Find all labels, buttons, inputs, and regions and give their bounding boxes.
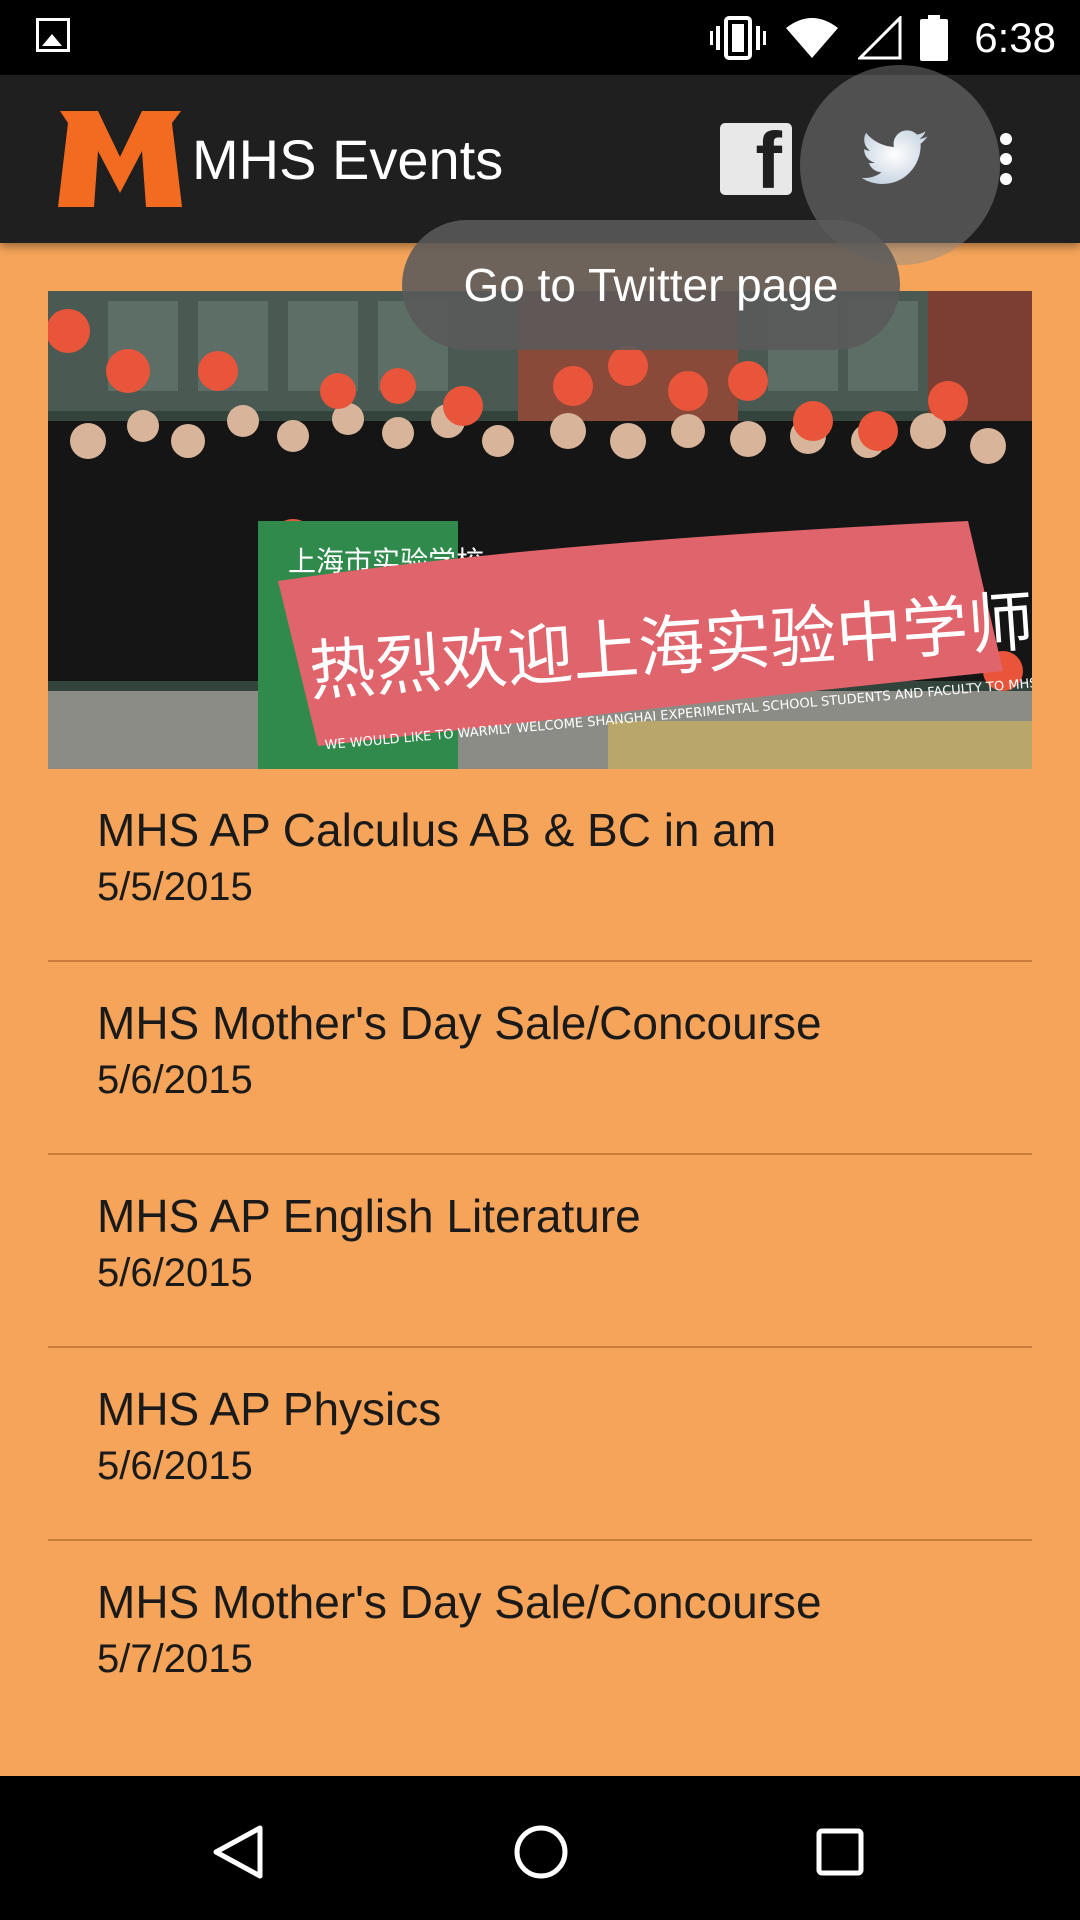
image-notification-icon — [36, 18, 70, 52]
status-icons: 6:38 — [710, 0, 1056, 75]
event-date: 5/6/2015 — [97, 1058, 253, 1102]
list-item[interactable]: MHS AP Physics 5/6/2015 — [48, 1348, 1032, 1541]
home-icon[interactable] — [513, 1824, 569, 1880]
overflow-menu-icon — [1000, 133, 1012, 145]
status-bar: 6:38 — [0, 0, 1080, 75]
twitter-icon[interactable] — [862, 117, 940, 195]
event-list: MHS AP Calculus AB & BC in am 5/5/2015 M… — [48, 769, 1032, 1734]
banner-photo[interactable]: 上海市实验学校 热烈欢迎上海实验中学师生 WE WOULD LIKE TO WA… — [48, 291, 1032, 769]
event-title: MHS AP Calculus AB & BC in am — [97, 804, 777, 856]
event-title: MHS AP Physics — [97, 1383, 442, 1435]
cell-signal-icon — [858, 15, 902, 59]
facebook-button[interactable]: f — [720, 121, 792, 201]
overflow-menu-button[interactable] — [995, 133, 1017, 189]
event-title: MHS Mother's Day Sale/Concourse — [97, 997, 822, 1049]
twitter-tooltip: Go to Twitter page — [402, 220, 900, 350]
list-item[interactable]: MHS Mother's Day Sale/Concourse 5/7/2015 — [48, 1541, 1032, 1734]
clock: 6:38 — [974, 13, 1056, 61]
system-nav-bar — [0, 1776, 1080, 1920]
wifi-icon — [786, 17, 839, 58]
app-bar: MHS Events f — [0, 65, 1080, 265]
vibrate-icon — [710, 15, 767, 60]
event-date: 5/7/2015 — [97, 1637, 253, 1681]
event-title: MHS AP English Literature — [97, 1190, 641, 1242]
banner-photo-art: 上海市实验学校 热烈欢迎上海实验中学师生 WE WOULD LIKE TO WA… — [48, 291, 1032, 769]
event-date: 5/6/2015 — [97, 1444, 253, 1488]
battery-icon — [920, 14, 949, 61]
list-item[interactable]: MHS AP Calculus AB & BC in am 5/5/2015 — [48, 769, 1032, 962]
back-icon[interactable] — [210, 1824, 266, 1880]
recents-icon[interactable] — [816, 1828, 864, 1876]
mhs-logo — [58, 111, 182, 207]
facebook-icon: f — [755, 116, 782, 205]
event-date: 5/6/2015 — [97, 1251, 253, 1295]
event-date: 5/5/2015 — [97, 865, 253, 909]
event-title: MHS Mother's Day Sale/Concourse — [97, 1576, 822, 1628]
app-title: MHS Events — [192, 128, 504, 191]
list-item[interactable]: MHS AP English Literature 5/6/2015 — [48, 1155, 1032, 1348]
list-item[interactable]: MHS Mother's Day Sale/Concourse 5/6/2015 — [48, 962, 1032, 1155]
